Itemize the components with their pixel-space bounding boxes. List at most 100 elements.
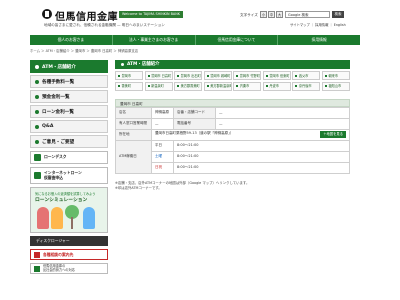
atm-day-saturday: 土曜 (151, 150, 174, 163)
branch-area-label: 丹波市 (269, 84, 279, 88)
disclosure-banner[interactable]: ディスクロージャー (30, 236, 108, 246)
branch-area-link[interactable]: 豊岡市 出石町 (174, 71, 203, 80)
font-size-large-button[interactable]: 大 (276, 11, 283, 18)
branch-area-label: 美方郡香美町 (180, 84, 200, 88)
header-utility-links[interactable]: サイトマップ ｜ 採用情報 ｜ English (290, 22, 346, 27)
branch-area-label: 美方郡新温泉町 (210, 84, 232, 88)
branch-area-link[interactable]: 新温泉町 (144, 81, 173, 91)
search-input[interactable]: Google 検索 (285, 11, 330, 18)
tel-value: — (215, 117, 350, 130)
branch-area-link[interactable]: 香美町 (115, 81, 144, 91)
sidebar-item-atm[interactable]: ATM・店舗紹介 (30, 60, 108, 73)
building-icon (34, 154, 41, 161)
table-row: 土曜 8:00〜21:00 (116, 150, 350, 163)
branch-area-label: 新温泉町 (151, 84, 164, 88)
branch-area-label: 豊岡市 但東町 (269, 73, 290, 78)
logo-mark-icon[interactable] (42, 9, 52, 19)
bullet-icon (35, 139, 39, 144)
site-tagline: 地域の皆さまに愛され、信頼される金融機関 — 明日へのまいステーション (44, 23, 165, 27)
main-content: ATM・店舗紹介 豊岡市 豊岡市 日高町 豊岡市 出石町 豊岡市 城崎町 豊岡市 竹野町… (115, 60, 350, 191)
gnav-recruit[interactable]: 採用情報 (278, 35, 360, 45)
branch-area-link[interactable]: 豊岡市 日高町 (144, 71, 173, 80)
bullet-icon (35, 64, 39, 69)
bullet-icon (206, 74, 209, 77)
branch-area-label: 豊岡市 竹野町 (239, 73, 260, 78)
loan-desk-banner[interactable]: ローンデスク (30, 151, 108, 164)
breadcrumb[interactable]: ホーム ＞ ATM・店舗紹介 ＞ 豊岡市 ＞ 豊岡市 日高町 ＞ 神鍋高原支店 (30, 48, 138, 53)
bullet-icon (177, 85, 180, 87)
bullet-icon (236, 74, 239, 77)
branch-area-link[interactable]: 豊岡市 但東町 (262, 71, 291, 80)
branch-area-link[interactable]: 宍粟市 (233, 81, 262, 91)
branch-area-label: 養父市 (298, 73, 309, 78)
sidebar-item-loan-rates[interactable]: ローン金利一覧 (30, 105, 108, 118)
table-row: ATM稼働日 平日 8:00〜21:00 (115, 139, 350, 174)
loan-desk-label: ローンデスク (44, 154, 67, 160)
gnav-personal[interactable]: 個人のお客さま (30, 35, 113, 45)
sidebar-item-label: ローン金利一覧 (42, 109, 74, 115)
bullet-icon (118, 74, 120, 77)
person-illustration (83, 207, 95, 229)
bullet-icon (35, 124, 39, 129)
branch-area-label: 福知山市 (328, 84, 342, 88)
branch-area-link[interactable]: 美方郡香美町 (174, 81, 203, 91)
page-title: ATM・店舗紹介 (115, 60, 350, 69)
bullet-icon (206, 85, 209, 87)
branch-area-link[interactable]: 美方郡新温泉町 (203, 81, 232, 91)
loan-simulation-banner[interactable]: 気になるお借入の返済額を試算してみよう ローンシミュレーション (30, 187, 108, 233)
global-nav: 個人のお客さま 法人・事業主さまのお客さま 但馬信用金庫について 採用情報 (30, 35, 360, 45)
note-line: ※印は店外ATMコーナーです。 (115, 185, 162, 190)
gnav-business[interactable]: 法人・事業主さまのお客さま (113, 35, 196, 45)
detail-section-title: 豊岡市 日高町 (115, 98, 350, 107)
antisocial-policy-banner[interactable]: 但馬信用金庫の 反社会的勢力への対応 (30, 263, 108, 274)
shield-icon (34, 265, 40, 272)
internet-loan-banner[interactable]: インターネットローン 仮審査申込 (30, 167, 108, 184)
branch-area-link[interactable]: 豊岡市 竹野町 (233, 71, 262, 80)
atm-time-saturday: 8:00〜21:00 (173, 150, 350, 163)
branch-area-label: 宍粟市 (239, 84, 250, 88)
address-value: 豊岡市日高町栗栖野59-13（道の駅「神鍋高原」） (155, 131, 234, 135)
site-logo[interactable]: 但馬信用金庫 (55, 8, 118, 23)
code-value: — (215, 106, 350, 119)
atm-day-weekday: 平日 (151, 139, 174, 152)
branch-area-grid: 豊岡市 豊岡市 日高町 豊岡市 出石町 豊岡市 城崎町 豊岡市 竹野町 豊岡市 但東町 養父… (115, 71, 350, 91)
branch-area-link[interactable]: 豊岡市 城崎町 (203, 71, 232, 80)
branch-area-label: 香美町 (121, 84, 132, 88)
sidebar-item-deposit-rates[interactable]: 預金金利一覧 (30, 90, 108, 103)
sidebar-item-label: ご意見・ご要望 (42, 139, 75, 145)
page-title-text: ATM・店舗紹介 (127, 62, 160, 67)
branch-area-link[interactable]: 福知山市 (321, 81, 350, 91)
font-size-medium-button[interactable]: 中 (268, 11, 275, 18)
bullet-icon (295, 85, 298, 87)
bullet-icon (324, 85, 327, 87)
branch-area-link[interactable]: 朝来市 (321, 71, 350, 80)
branch-area-link[interactable]: 豊岡市 (115, 71, 144, 80)
bullet-icon (147, 74, 150, 77)
branch-area-link[interactable]: 京丹後市 (292, 81, 321, 91)
computer-icon (34, 172, 41, 179)
view-map-button[interactable]: ＋地図を見る (320, 131, 346, 138)
bullet-icon (295, 74, 298, 77)
sidebar: ATM・店舗紹介 各種手数料一覧 預金金利一覧 ローン金利一覧 Q&A ご意見・… (30, 60, 108, 274)
branch-area-label: 京丹後市 (298, 84, 312, 88)
font-size-small-button[interactable]: 小 (260, 11, 267, 18)
sidebar-item-fees[interactable]: 各種手数料一覧 (30, 75, 108, 88)
branch-area-link[interactable]: 丹波市 (262, 81, 291, 91)
bullet-icon (118, 85, 120, 87)
sidebar-item-qa[interactable]: Q&A (30, 120, 108, 133)
internet-loan-label: インターネットローン 仮審査申込 (44, 170, 82, 180)
bullet-icon (265, 85, 268, 87)
simulation-title: ローンシミュレーション (35, 198, 88, 203)
sidebar-item-feedback[interactable]: ご意見・ご要望 (30, 135, 108, 148)
consultation-banner[interactable]: 各種相談の案内先 (30, 249, 108, 260)
sidebar-item-label: ATM・店舗紹介 (42, 64, 76, 70)
bullet-icon (324, 74, 327, 77)
atm-day-holiday: 日祝 (151, 161, 174, 174)
branch-area-label: 豊岡市 日高町 (151, 73, 172, 78)
bullet-icon (35, 109, 39, 114)
bullet-icon (35, 94, 39, 99)
gnav-about[interactable]: 但馬信用金庫について (196, 35, 279, 45)
branch-area-link[interactable]: 養父市 (292, 71, 321, 80)
search-button[interactable]: 検索 (332, 11, 344, 18)
site-header: 但馬信用金庫 Welcome to TAJIMA SHINKIN BANK 地域… (0, 0, 400, 32)
